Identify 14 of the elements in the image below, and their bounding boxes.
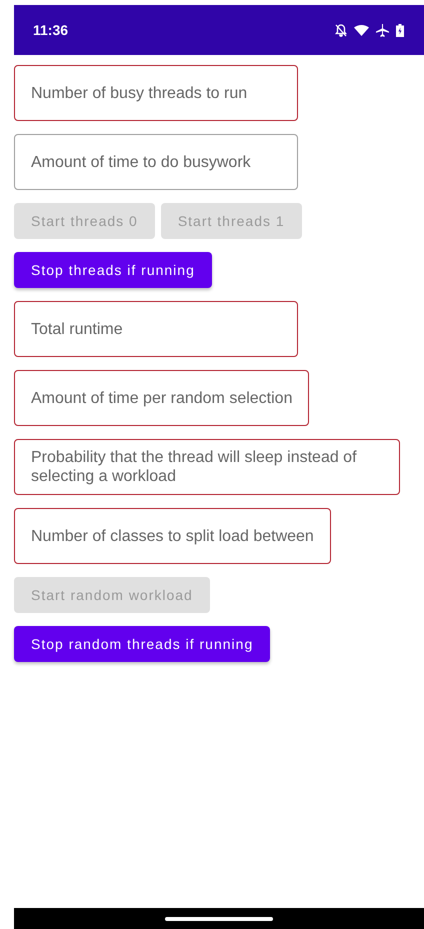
action-button[interactable]: Stop threads if running (14, 252, 212, 288)
airplane-icon (376, 24, 389, 36)
input-field[interactable]: Probability that the thread will sleep instead of selecting a workload (14, 439, 400, 495)
home-handle[interactable] (165, 916, 273, 920)
bell-off-icon (335, 24, 347, 36)
clock-time: 11:36 (33, 22, 68, 38)
input-field[interactable]: Number of classes to split load between (14, 508, 331, 564)
input-field[interactable]: Amount of time per random selection (14, 370, 310, 426)
wifi-icon (354, 24, 369, 36)
input-field[interactable]: Number of busy threads to run (14, 65, 298, 121)
input-field[interactable]: Amount of time to do busywork (14, 134, 298, 190)
input-field[interactable]: Total runtime (14, 301, 298, 357)
battery-charging-icon (396, 24, 404, 36)
action-button[interactable]: Stop random threads if running (14, 626, 270, 662)
